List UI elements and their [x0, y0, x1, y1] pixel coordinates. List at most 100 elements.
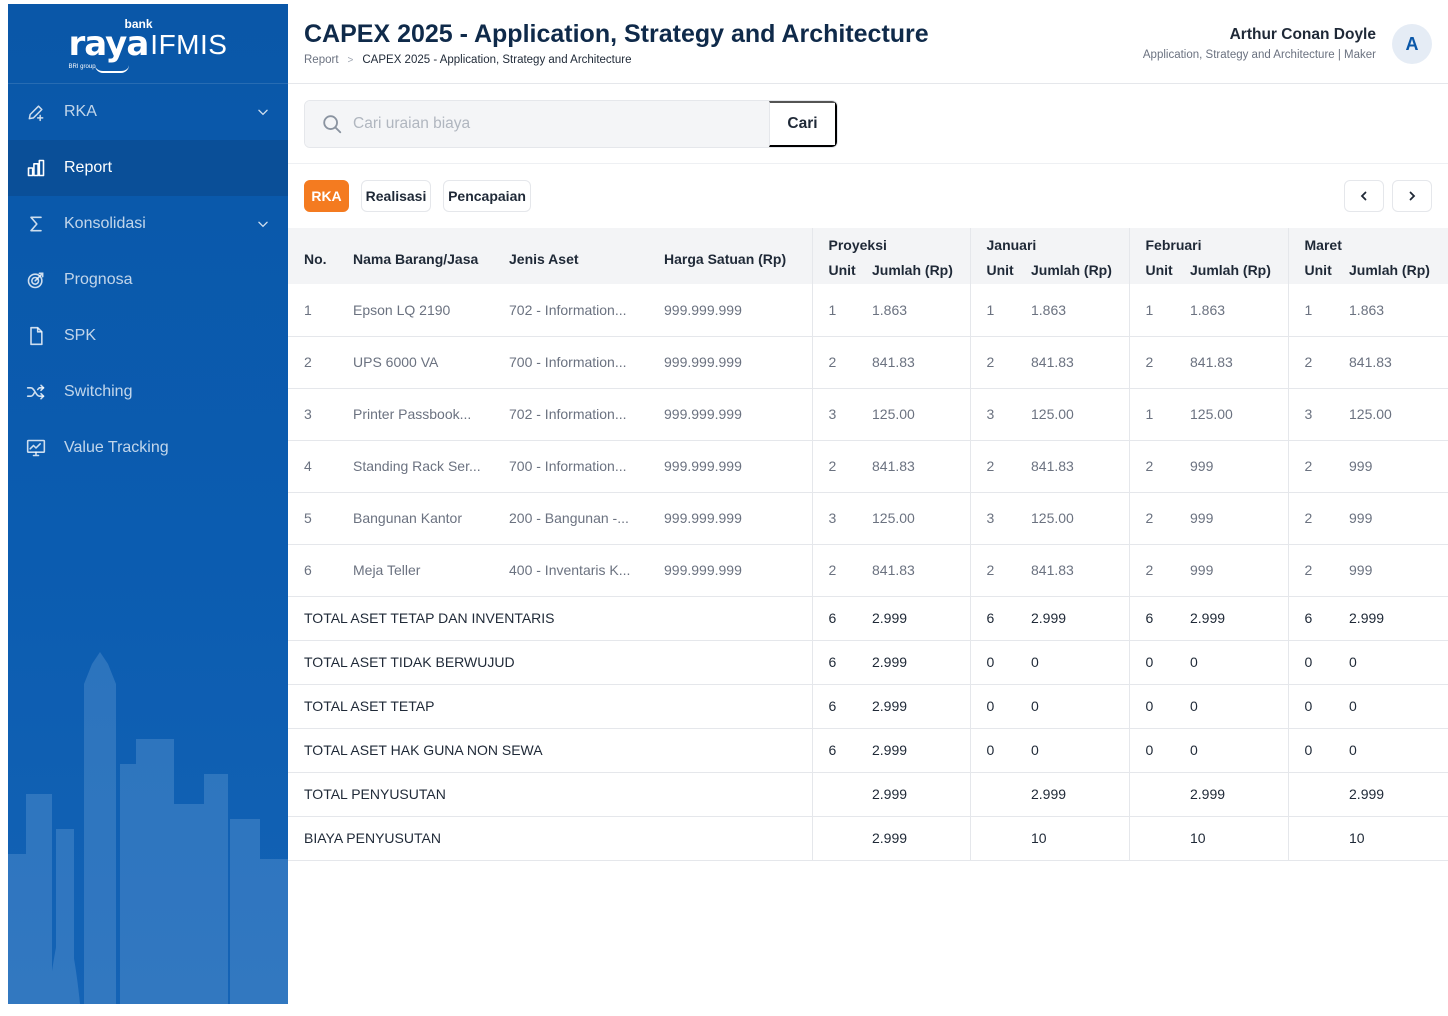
cell-jenis: 700 - Information... [509, 440, 664, 493]
breadcrumb-separator: > [347, 54, 354, 66]
sidebar-item-rka[interactable]: RKA [8, 84, 288, 140]
cell-nama: Standing Rack Ser... [353, 440, 509, 493]
chevron-right-icon [1409, 191, 1416, 201]
header-jumlah: Jumlah (Rp) [872, 256, 970, 284]
logo-bank-text: bank [124, 16, 153, 31]
cell-jumlah: 2.999 [1031, 772, 1129, 817]
search-input[interactable] [353, 115, 733, 133]
total-row: TOTAL ASET HAK GUNA NON SEWA 6 2.999 0 0… [288, 728, 1448, 773]
cell-jumlah: 2.999 [872, 816, 970, 861]
cell-unit: 2 [969, 336, 1031, 389]
cell-harga: 999.999.999 [664, 284, 812, 337]
avatar[interactable]: A [1392, 24, 1432, 64]
tab-rka[interactable]: RKA [304, 180, 349, 212]
cell-nama: Bangunan Kantor [353, 492, 509, 545]
cell-unit: 1 [969, 284, 1031, 337]
cell-nama: Meja Teller [353, 544, 509, 597]
cell-unit: 2 [1128, 440, 1190, 493]
cell-unit: 6 [811, 596, 872, 641]
cell-unit: 2 [1287, 544, 1350, 597]
cell-unit: 3 [1287, 388, 1350, 441]
table-row[interactable]: 2 UPS 6000 VA 700 - Information... 999.9… [288, 336, 1448, 389]
table-row[interactable]: 3 Printer Passbook... 702 - Information.… [288, 388, 1448, 441]
header-no: No. [288, 228, 353, 284]
cell-jumlah: 2.999 [872, 684, 970, 729]
sidebar-item-value-tracking[interactable]: Value Tracking [8, 420, 288, 476]
cell-unit: 1 [1287, 284, 1350, 337]
cell-jumlah: 2.999 [1190, 772, 1289, 817]
user-info[interactable]: Arthur Conan Doyle Application, Strategy… [1143, 26, 1376, 61]
cell-jumlah: 2.999 [872, 728, 970, 773]
header-group-januari: Januari [969, 228, 1129, 256]
city-skyline-decoration [8, 652, 288, 1004]
cell-unit [1287, 772, 1350, 817]
cell-harga: 999.999.999 [664, 336, 812, 389]
total-label: BIAYA PENYUSUTAN [288, 816, 812, 861]
monitor-chart-icon [26, 438, 46, 458]
cell-harga: 999.999.999 [664, 544, 812, 597]
cell-unit: 2 [811, 336, 872, 389]
cell-jumlah: 1.863 [1349, 284, 1448, 337]
table-row[interactable]: 6 Meja Teller 400 - Inventaris K... 999.… [288, 544, 1448, 597]
cell-jumlah: 999 [1190, 440, 1289, 493]
sidebar-item-report[interactable]: Report [8, 140, 288, 196]
cell-no: 3 [288, 388, 353, 441]
header-nama: Nama Barang/Jasa [353, 228, 509, 284]
cell-unit: 2 [1287, 492, 1350, 545]
breadcrumb-item-report[interactable]: Report [304, 54, 339, 66]
cell-jumlah: 0 [1031, 728, 1129, 773]
cell-unit: 6 [1287, 596, 1350, 641]
logo-area: bank raya IFMIS BRI group [8, 4, 288, 84]
sidebar-item-spk[interactable]: SPK [8, 308, 288, 364]
cell-jumlah: 1.863 [872, 284, 970, 337]
app-logo[interactable]: bank raya IFMIS BRI group [69, 17, 228, 73]
cell-unit: 2 [969, 544, 1031, 597]
user-name: Arthur Conan Doyle [1229, 26, 1376, 43]
cell-jumlah: 0 [1190, 728, 1289, 773]
cell-unit: 2 [1128, 544, 1190, 597]
table-row[interactable]: 5 Bangunan Kantor 200 - Bangunan -... 99… [288, 492, 1448, 545]
search-section: Cari [288, 84, 1448, 164]
cell-jumlah: 841.83 [1349, 336, 1448, 389]
cell-jenis: 702 - Information... [509, 284, 664, 337]
sidebar-item-konsolidasi[interactable]: Konsolidasi [8, 196, 288, 252]
pager-prev-button[interactable] [1344, 180, 1384, 212]
tab-realisasi[interactable]: Realisasi [361, 180, 431, 212]
cell-jumlah: 999 [1349, 544, 1448, 597]
cell-jumlah: 1.863 [1190, 284, 1289, 337]
header-unit: Unit [969, 256, 1031, 284]
cell-unit [1128, 816, 1190, 861]
cell-jenis: 700 - Information... [509, 336, 664, 389]
cell-unit: 0 [1128, 728, 1190, 773]
sidebar-item-label: SPK [64, 327, 97, 344]
header-group-februari: Februari [1128, 228, 1289, 256]
cell-jumlah: 0 [1349, 640, 1448, 685]
header-jumlah: Jumlah (Rp) [1031, 256, 1129, 284]
report-table-wrap: No. Nama Barang/Jasa Jenis Aset Harga Sa… [288, 228, 1448, 861]
table-row[interactable]: 4 Standing Rack Ser... 700 - Information… [288, 440, 1448, 493]
cell-jumlah: 0 [1031, 640, 1129, 685]
page-title: CAPEX 2025 - Application, Strategy and A… [304, 20, 929, 48]
cell-jumlah: 2.999 [872, 640, 970, 685]
pager-next-button[interactable] [1392, 180, 1432, 212]
sidebar-item-prognosa[interactable]: Prognosa [8, 252, 288, 308]
total-label: TOTAL PENYUSUTAN [288, 772, 812, 817]
table-row[interactable]: 1 Epson LQ 2190 702 - Information... 999… [288, 284, 1448, 337]
cell-unit: 2 [811, 440, 872, 493]
search-field[interactable] [305, 101, 769, 147]
sidebar-item-switching[interactable]: Switching [8, 364, 288, 420]
sigma-icon [26, 214, 46, 234]
header-jenis: Jenis Aset [509, 228, 664, 284]
cell-unit [969, 772, 1031, 817]
cell-unit [811, 772, 872, 817]
cell-unit [1128, 772, 1190, 817]
tab-pencapaian[interactable]: Pencapaian [443, 180, 531, 212]
search-button[interactable]: Cari [769, 101, 837, 147]
cell-unit: 2 [969, 440, 1031, 493]
search-box: Cari [304, 100, 838, 148]
total-label: TOTAL ASET TETAP [288, 684, 812, 729]
cell-unit [1287, 816, 1350, 861]
cell-unit: 6 [1128, 596, 1190, 641]
total-label: TOTAL ASET TETAP DAN INVENTARIS [288, 596, 812, 641]
cell-harga: 999.999.999 [664, 388, 812, 441]
